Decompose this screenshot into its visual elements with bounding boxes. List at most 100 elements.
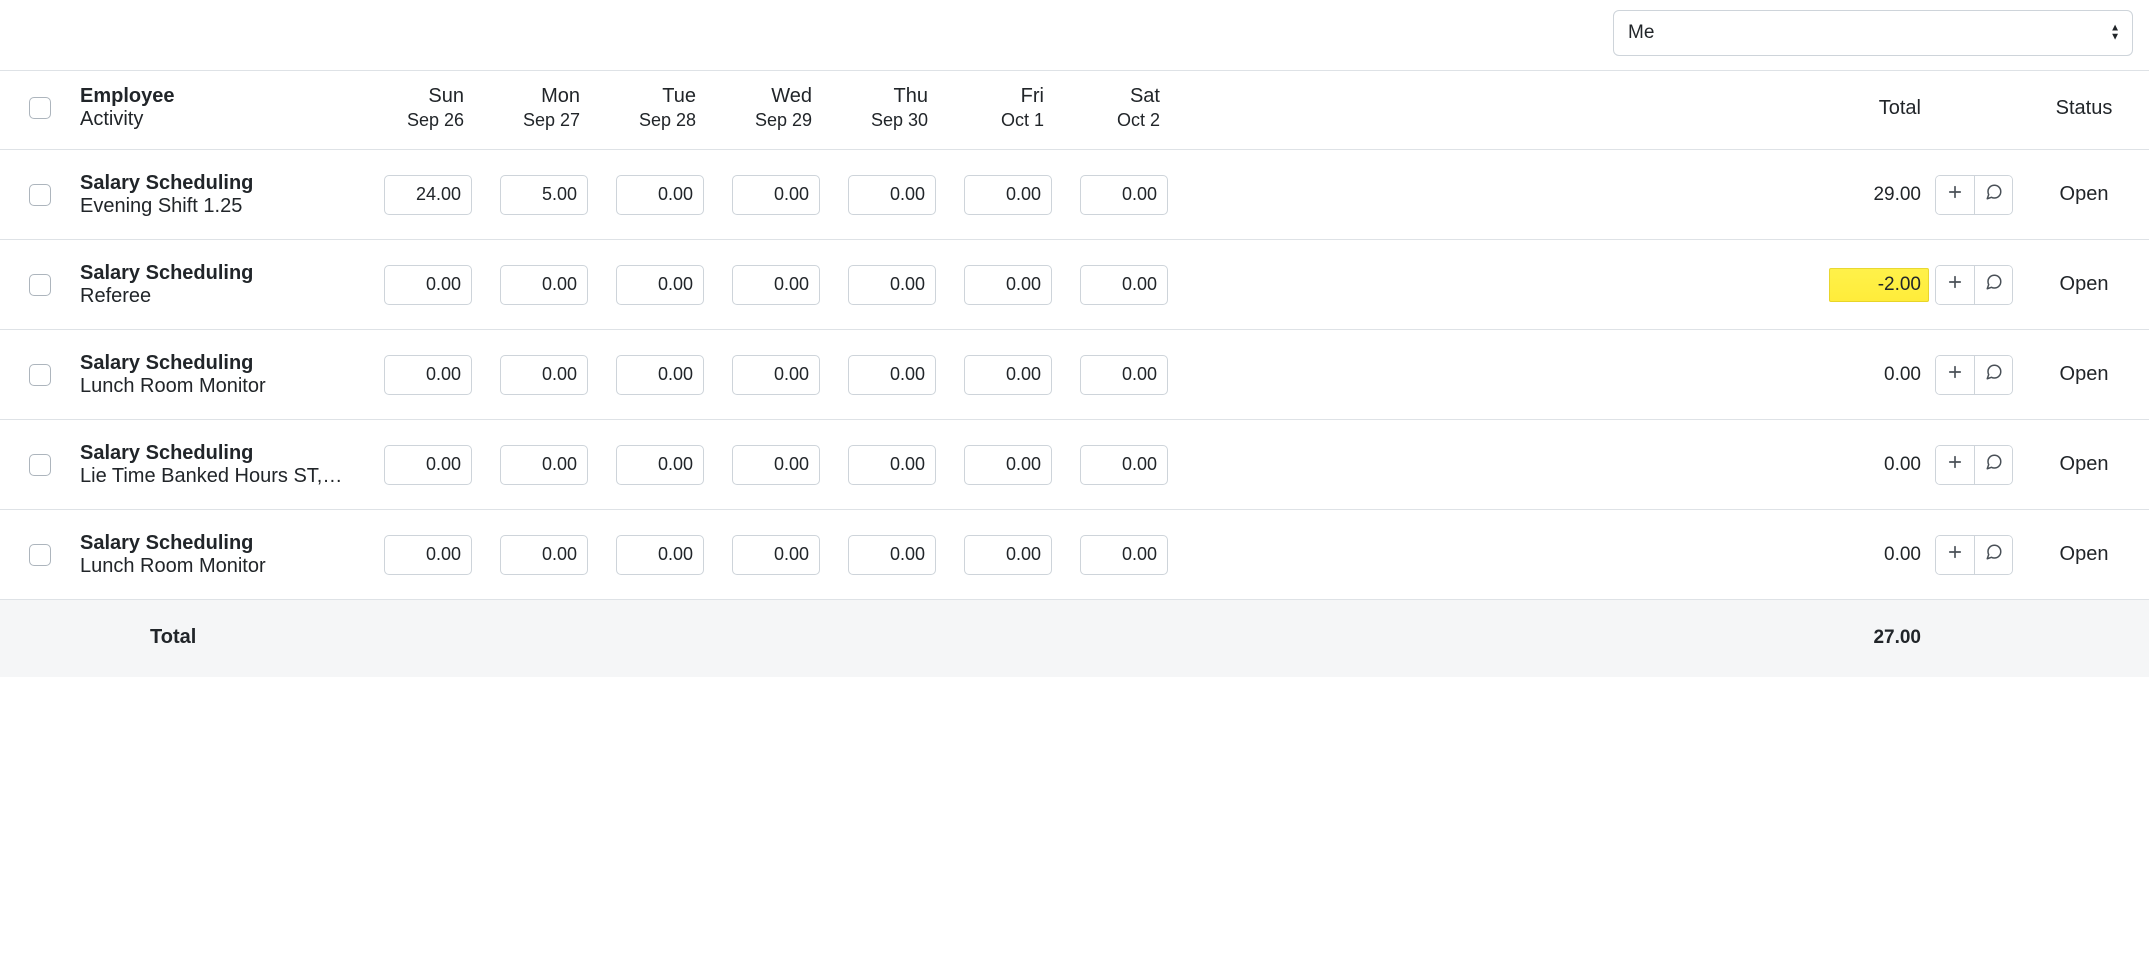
hours-input[interactable] — [732, 535, 820, 575]
row-employee: Salary Scheduling — [80, 262, 370, 285]
row-checkbox[interactable] — [29, 184, 51, 206]
hours-input[interactable] — [616, 535, 704, 575]
hours-input[interactable] — [384, 445, 472, 485]
comment-button[interactable] — [1974, 266, 2012, 304]
row-action-group — [1935, 355, 2013, 395]
hours-input[interactable] — [384, 535, 472, 575]
row-checkbox-cell — [0, 544, 80, 566]
row-total: 0.00 — [1829, 544, 1929, 566]
table-row: Salary SchedulingEvening Shift 1.2529.00… — [0, 150, 2149, 240]
select-all-checkbox[interactable] — [29, 97, 51, 119]
hours-input[interactable] — [616, 445, 704, 485]
row-activity: Referee — [80, 285, 360, 308]
row-actions — [1929, 535, 2019, 575]
comment-button[interactable] — [1974, 446, 2012, 484]
hours-input[interactable] — [616, 175, 704, 215]
hours-input[interactable] — [848, 355, 936, 395]
header-day-mon: Mon Sep 27 — [486, 85, 602, 131]
hours-input[interactable] — [616, 265, 704, 305]
hours-cell — [486, 445, 602, 485]
hours-input[interactable] — [732, 175, 820, 215]
add-button[interactable] — [1936, 536, 1974, 574]
hours-input[interactable] — [848, 535, 936, 575]
hours-input[interactable] — [1080, 535, 1168, 575]
hours-input[interactable] — [964, 175, 1052, 215]
hours-input[interactable] — [384, 355, 472, 395]
hours-cell — [486, 355, 602, 395]
header-day-tue: Tue Sep 28 — [602, 85, 718, 131]
hours-cell — [370, 355, 486, 395]
row-checkbox[interactable] — [29, 454, 51, 476]
comment-button[interactable] — [1974, 176, 2012, 214]
row-checkbox-cell — [0, 274, 80, 296]
add-button[interactable] — [1936, 356, 1974, 394]
hours-input[interactable] — [964, 535, 1052, 575]
footer-total-label: Total — [80, 626, 370, 649]
header-dow: Sat — [1066, 85, 1160, 108]
row-employee: Salary Scheduling — [80, 532, 370, 555]
hours-cell — [1066, 535, 1182, 575]
hours-cell — [834, 355, 950, 395]
row-actions — [1929, 265, 2019, 305]
hours-cell — [602, 535, 718, 575]
hours-cell — [602, 355, 718, 395]
plus-icon — [1946, 363, 1964, 386]
hours-input[interactable] — [732, 445, 820, 485]
hours-input[interactable] — [384, 175, 472, 215]
hours-input[interactable] — [500, 355, 588, 395]
hours-cell — [486, 175, 602, 215]
hours-input[interactable] — [848, 175, 936, 215]
hours-input[interactable] — [616, 355, 704, 395]
hours-cell — [718, 535, 834, 575]
hours-input[interactable] — [848, 265, 936, 305]
comment-icon — [1985, 453, 2003, 476]
hours-input[interactable] — [1080, 445, 1168, 485]
employee-filter-value: Me — [1628, 22, 1654, 44]
hours-cell — [718, 175, 834, 215]
hours-input[interactable] — [848, 445, 936, 485]
comment-button[interactable] — [1974, 536, 2012, 574]
hours-input[interactable] — [500, 265, 588, 305]
hours-input[interactable] — [1080, 265, 1168, 305]
hours-input[interactable] — [732, 265, 820, 305]
header-date: Sep 29 — [718, 110, 812, 131]
hours-input[interactable] — [964, 355, 1052, 395]
plus-icon — [1946, 453, 1964, 476]
hours-input[interactable] — [500, 175, 588, 215]
row-name-col: Salary SchedulingLie Time Banked Hours S… — [80, 442, 370, 488]
hours-cell — [602, 175, 718, 215]
employee-filter-select[interactable]: Me ▲▼ — [1613, 10, 2133, 56]
add-button[interactable] — [1936, 446, 1974, 484]
row-checkbox[interactable] — [29, 364, 51, 386]
row-activity: Evening Shift 1.25 — [80, 195, 360, 218]
hours-cell — [602, 445, 718, 485]
hours-cell — [950, 355, 1066, 395]
table-header: Employee Activity Sun Sep 26 Mon Sep 27 … — [0, 70, 2149, 150]
hours-cell — [718, 355, 834, 395]
comment-icon — [1985, 363, 2003, 386]
hours-input[interactable] — [1080, 175, 1168, 215]
row-actions — [1929, 355, 2019, 395]
row-employee: Salary Scheduling — [80, 442, 370, 465]
hours-input[interactable] — [964, 445, 1052, 485]
hours-input[interactable] — [1080, 355, 1168, 395]
row-checkbox[interactable] — [29, 274, 51, 296]
row-action-group — [1935, 265, 2013, 305]
row-checkbox[interactable] — [29, 544, 51, 566]
hours-input[interactable] — [384, 265, 472, 305]
hours-cell — [486, 535, 602, 575]
row-status: Open — [2019, 453, 2149, 476]
row-name-col: Salary SchedulingEvening Shift 1.25 — [80, 172, 370, 218]
hours-cell — [834, 175, 950, 215]
comment-button[interactable] — [1974, 356, 2012, 394]
row-name-col: Salary SchedulingLunch Room Monitor — [80, 532, 370, 578]
header-dow: Fri — [950, 85, 1044, 108]
header-day-wed: Wed Sep 29 — [718, 85, 834, 131]
add-button[interactable] — [1936, 266, 1974, 304]
hours-input[interactable] — [500, 445, 588, 485]
hours-input[interactable] — [732, 355, 820, 395]
hours-input[interactable] — [500, 535, 588, 575]
hours-input[interactable] — [964, 265, 1052, 305]
row-employee: Salary Scheduling — [80, 172, 370, 195]
add-button[interactable] — [1936, 176, 1974, 214]
